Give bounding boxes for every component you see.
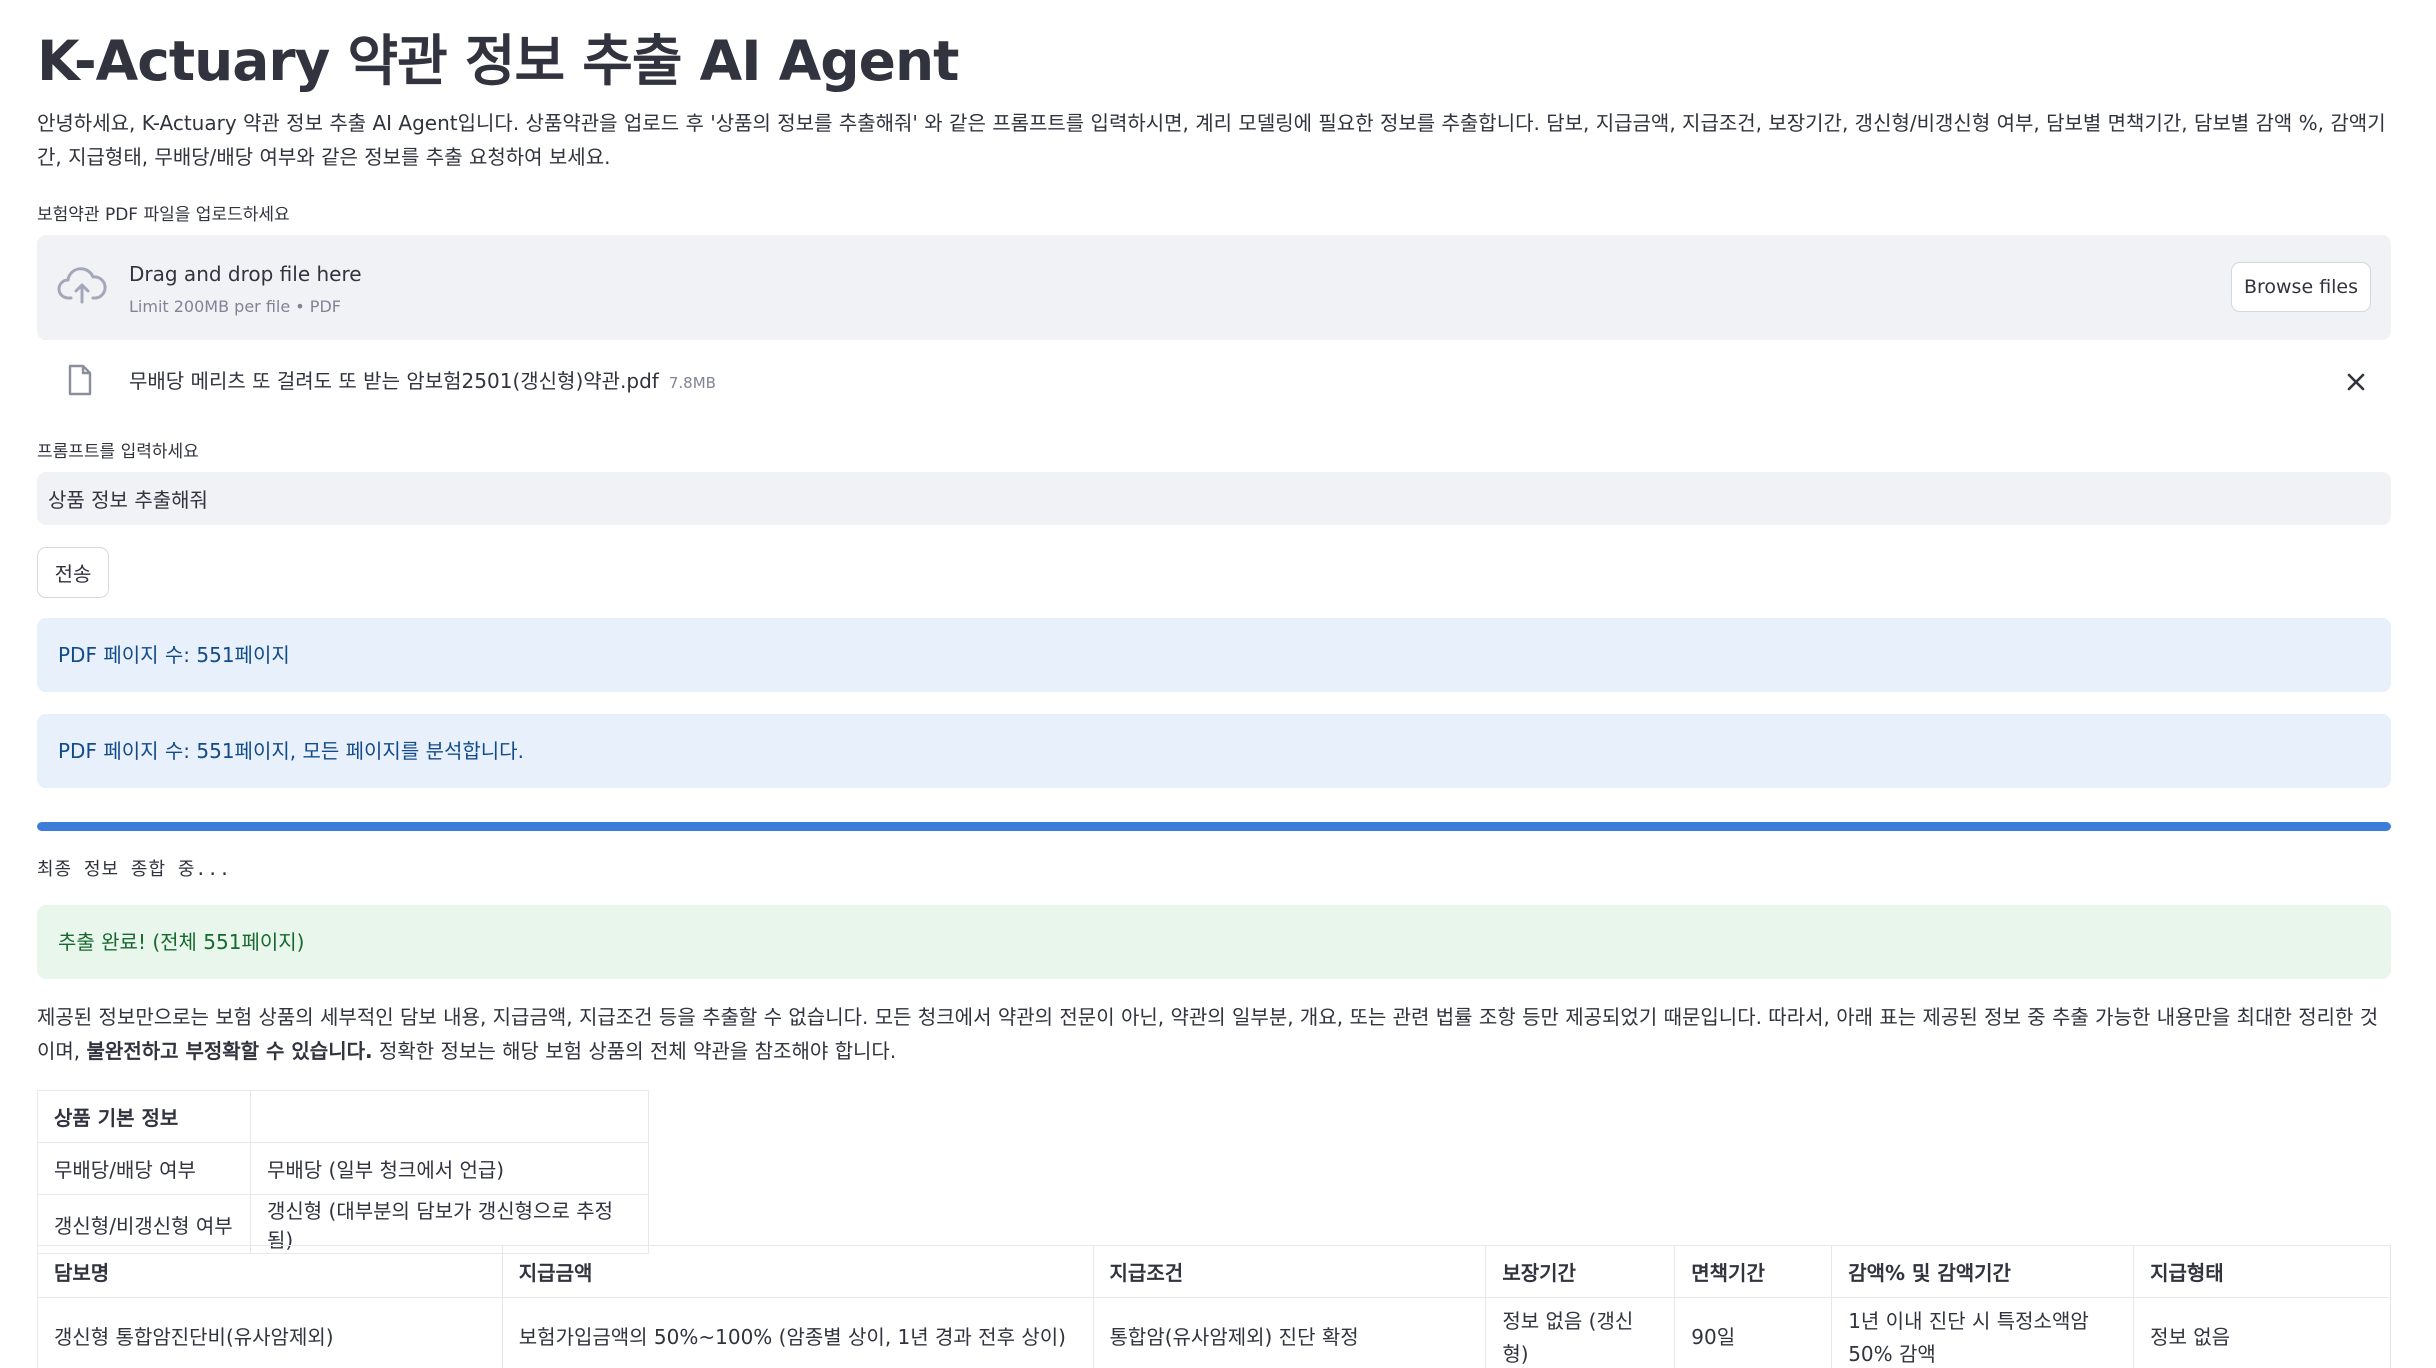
coverage-table: 담보명 지급금액 지급조건 보장기간 면책기간 감액% 및 감액기간 지급형태 … <box>37 1245 2391 1368</box>
summary-text-2: 정확한 정보는 해당 보험 상품의 전체 약관을 참조해야 합니다. <box>372 1039 897 1063</box>
cloud-upload-icon <box>57 266 107 310</box>
intro-text: 안녕하세요, K-Actuary 약관 정보 추출 AI Agent입니다. 상… <box>37 111 2386 169</box>
dropzone-instructions: Drag and drop file here <box>129 262 362 286</box>
table-cell: 정보 없음 (갱신형) <box>1485 1297 1676 1368</box>
table-row: 갱신형 통합암진단비(유사암제외) 보험가입금액의 50%~100% (암종별 … <box>37 1297 2391 1368</box>
column-header: 지급조건 <box>1092 1245 1487 1298</box>
page-title: K-Actuary 약관 정보 추출 AI Agent <box>37 29 959 93</box>
table-cell: 정보 없음 <box>2133 1297 2391 1368</box>
progress-bar-fill <box>37 822 2391 831</box>
table-cell: 갱신형 통합암진단비(유사암제외) <box>37 1297 503 1368</box>
uploaded-file-name: 무배당 메리츠 또 걸려도 또 받는 암보험2501(갱신형)약관.pdf 7.8… <box>129 365 716 394</box>
column-header: 담보명 <box>37 1245 503 1298</box>
table-cell: 1년 이내 진단 시 특정소액암 50% 감액 <box>1831 1297 2135 1368</box>
uploader-label: 보험약관 PDF 파일을 업로드하세요 <box>37 205 290 225</box>
column-header: 보장기간 <box>1485 1245 1676 1298</box>
table-row: 상품 기본 정보 <box>37 1090 649 1143</box>
analyzing-alert: PDF 페이지 수: 551페이지, 모든 페이지를 분석합니다. <box>37 714 2391 788</box>
table-cell: 무배당/배당 여부 <box>37 1142 251 1195</box>
app-page: K-Actuary 약관 정보 추출 AI Agent 안녕하세요, K-Act… <box>0 0 2436 1368</box>
table-cell: 90일 <box>1674 1297 1833 1368</box>
column-header: 지급금액 <box>501 1245 1094 1298</box>
file-size: 7.8MB <box>668 374 716 392</box>
basic-info-header: 상품 기본 정보 <box>37 1090 251 1143</box>
basic-info-table: 상품 기본 정보 무배당/배당 여부 무배당 (일부 청크에서 언급) 갱신형/… <box>37 1090 649 1254</box>
close-icon[interactable] <box>2343 369 2369 395</box>
table-cell: 보험가입금액의 50%~100% (암종별 상이, 1년 경과 전후 상이) <box>501 1297 1094 1368</box>
page-count-alert: PDF 페이지 수: 551페이지 <box>37 618 2391 692</box>
table-cell <box>250 1090 649 1143</box>
uploaded-file-item: 무배당 메리츠 또 걸려도 또 받는 암보험2501(갱신형)약관.pdf 7.8… <box>37 350 2391 412</box>
file-dropzone[interactable]: Drag and drop file here Limit 200MB per … <box>37 235 2391 340</box>
send-button[interactable]: 전송 <box>37 547 109 598</box>
browse-files-button[interactable]: Browse files <box>2231 262 2371 312</box>
file-icon <box>67 364 93 400</box>
table-row: 무배당/배당 여부 무배당 (일부 청크에서 언급) <box>37 1142 649 1195</box>
progress-status: 최종 정보 종합 중... <box>37 859 231 880</box>
table-cell: 통합암(유사암제외) 진단 확정 <box>1092 1297 1487 1368</box>
prompt-input[interactable] <box>37 472 2391 525</box>
column-header: 지급형태 <box>2133 1245 2391 1298</box>
table-header-row: 담보명 지급금액 지급조건 보장기간 면책기간 감액% 및 감액기간 지급형태 <box>37 1245 2391 1298</box>
result-summary: 제공된 정보만으로는 보험 상품의 세부적인 담보 내용, 지급금액, 지급조건… <box>37 1000 2391 1068</box>
success-alert: 추출 완료! (전체 551페이지) <box>37 905 2391 979</box>
file-name-text: 무배당 메리츠 또 걸려도 또 받는 암보험2501(갱신형)약관.pdf <box>129 369 659 393</box>
column-header: 면책기간 <box>1674 1245 1833 1298</box>
column-header: 감액% 및 감액기간 <box>1831 1245 2135 1298</box>
prompt-label: 프롬프트를 입력하세요 <box>37 442 199 462</box>
summary-warning: 불완전하고 부정확할 수 있습니다. <box>86 1039 373 1063</box>
table-cell: 무배당 (일부 청크에서 언급) <box>250 1142 649 1195</box>
dropzone-limit: Limit 200MB per file • PDF <box>129 297 341 316</box>
progress-bar <box>37 822 2391 831</box>
